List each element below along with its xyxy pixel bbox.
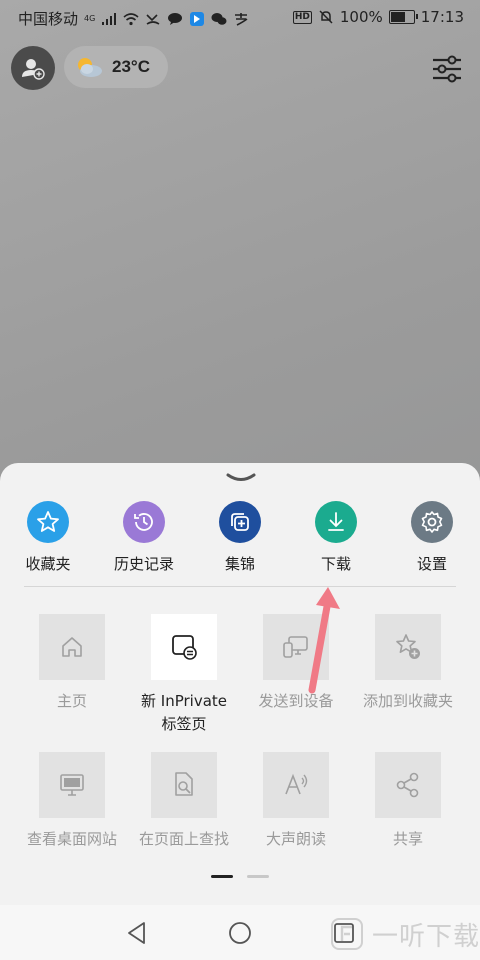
- status-bar: 中国移动 4G HD 100% 17:13: [0, 0, 480, 34]
- read-aloud-icon: [263, 752, 329, 818]
- battery-icon: [388, 10, 418, 24]
- partly-cloudy-icon: [78, 58, 102, 77]
- read-aloud-label: 大声朗读: [265, 830, 326, 848]
- find-in-page-icon: [151, 752, 217, 818]
- home-icon: [39, 614, 105, 680]
- star-icon: [27, 501, 69, 543]
- desktop-site-button[interactable]: 查看桌面网站: [16, 752, 128, 851]
- wifi-icon: [123, 12, 139, 25]
- collections-icon: [219, 501, 261, 543]
- collections-label: 集锦: [224, 555, 255, 573]
- share-button[interactable]: 共享: [352, 752, 464, 851]
- new-inprivate-tab-label-line1: 新 InPrivate: [141, 692, 227, 710]
- inprivate-tab-icon: [151, 614, 217, 680]
- new-inprivate-tab-button[interactable]: 新 InPrivate 标签页: [128, 614, 240, 736]
- page-dot-active[interactable]: [211, 875, 233, 878]
- missed-call-icon: [146, 13, 160, 25]
- back-icon[interactable]: [124, 920, 150, 946]
- clock: 17:13: [420, 8, 464, 26]
- signal-icon: [102, 12, 117, 25]
- hd-badge: HD: [292, 10, 312, 24]
- history-label: 历史记录: [113, 555, 174, 573]
- new-inprivate-tab-label-line2: 标签页: [161, 715, 207, 733]
- home-button[interactable]: 主页: [16, 614, 128, 713]
- share-label: 共享: [392, 830, 423, 848]
- find-in-page-label: 在页面上查找: [138, 830, 229, 848]
- download-icon: [315, 501, 357, 543]
- home-label: 主页: [56, 692, 87, 710]
- mute-icon: [319, 10, 333, 24]
- wechat-icon: [211, 12, 227, 25]
- quick-actions-row: 收藏夹 历史记录 集锦 下载 设置: [0, 501, 480, 587]
- settings-label: 设置: [416, 555, 447, 573]
- read-aloud-button[interactable]: 大声朗读: [240, 752, 352, 851]
- weather-pill[interactable]: 23°C: [64, 46, 168, 88]
- add-to-favorites-button[interactable]: 添加到收藏夹: [352, 614, 464, 713]
- settings-sliders-icon[interactable]: [430, 54, 464, 84]
- watermark: 一听下载: [330, 912, 480, 956]
- battery-percentage: 100%: [339, 8, 383, 26]
- history-button[interactable]: 历史记录: [96, 501, 192, 574]
- temperature: 23°C: [112, 57, 150, 76]
- collections-button[interactable]: 集锦: [192, 501, 288, 574]
- desktop-site-icon: [39, 752, 105, 818]
- downloads-label: 下载: [320, 555, 351, 573]
- downloads-button[interactable]: 下载: [288, 501, 384, 574]
- history-icon: [123, 501, 165, 543]
- watermark-text: 一听下载: [372, 921, 480, 952]
- settings-button[interactable]: 设置: [384, 501, 480, 574]
- page-indicator: [211, 875, 271, 879]
- add-favorite-icon: [375, 614, 441, 680]
- section-divider: [24, 586, 456, 587]
- sheet-handle[interactable]: [225, 472, 257, 484]
- watermark-logo-icon: [331, 918, 363, 950]
- add-user-icon: [22, 59, 45, 80]
- gear-icon: [411, 501, 453, 543]
- carrier-name: 中国移动: [18, 10, 79, 28]
- find-in-page-button[interactable]: 在页面上查找: [128, 752, 240, 851]
- new-inprivate-tab-label: 新 InPrivate 标签页: [128, 690, 240, 736]
- alipay-icon: [235, 12, 248, 26]
- favorites-button[interactable]: 收藏夹: [0, 501, 96, 574]
- network-tag: 4G: [84, 14, 96, 23]
- message-icon: [168, 12, 183, 25]
- home-nav-icon[interactable]: [227, 920, 253, 946]
- add-to-favorites-label: 添加到收藏夹: [362, 692, 453, 710]
- annotation-arrow: [308, 587, 340, 694]
- share-icon: [375, 752, 441, 818]
- page-dot-inactive[interactable]: [247, 875, 269, 878]
- app-notification-icon: [190, 11, 205, 26]
- menu-bottom-sheet: 收藏夹 历史记录 集锦 下载 设置 主页 新 InPrivate 标签页 发送到…: [0, 463, 480, 905]
- desktop-site-label: 查看桌面网站: [26, 830, 117, 848]
- profile-avatar-button[interactable]: [11, 46, 55, 90]
- favorites-label: 收藏夹: [25, 555, 71, 573]
